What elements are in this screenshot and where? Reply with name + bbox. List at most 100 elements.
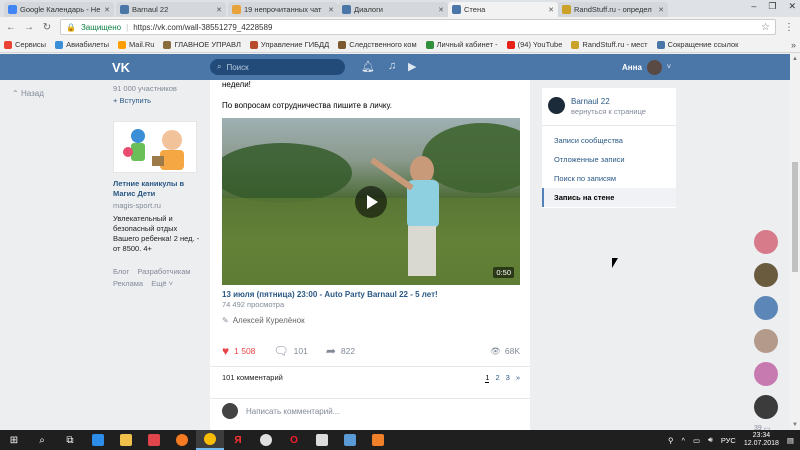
menu-icon[interactable]: ⋮ [784,22,794,33]
bookmark[interactable]: (94) YouTube [506,40,562,49]
chevron-up-icon[interactable]: ^ [681,436,685,445]
vk-icon [120,5,129,14]
group-link[interactable]: Barnaul 22 вернуться к странице [542,88,676,117]
task-view-icon[interactable]: ⧉ [56,430,84,450]
vk-logo[interactable]: VK [112,60,130,75]
maximize-icon[interactable]: ❐ [768,1,776,12]
browser-tab[interactable]: Диалоги ✕ [338,2,448,17]
wall-navigation: Barnaul 22 вернуться к странице Записи с… [542,88,676,208]
search-input[interactable]: ⌕ Поиск [210,59,345,75]
clock[interactable]: 23:34 12.07.2018 [744,432,779,448]
page-link[interactable]: 2 [495,373,499,383]
browser-tab[interactable]: Google Календарь - Не ✕ [4,2,114,17]
chat-avatar[interactable] [754,362,778,386]
play-button[interactable] [355,186,387,218]
bookmark[interactable]: Следственного ком [338,40,417,49]
bookmark[interactable]: Авиабилеты [55,40,109,49]
video-title[interactable]: 13 июля (пятница) 23:00 - Auto Party Bar… [222,290,438,299]
page-link[interactable]: 1 [485,373,490,383]
video-icon[interactable]: ▶ [408,60,416,73]
bookmark[interactable]: RandStuff.ru - мест [571,40,648,49]
bookmark[interactable]: ГЛАВНОЕ УПРАВЛ [163,40,241,49]
chat-avatar[interactable] [754,329,778,353]
browser-tab[interactable]: Barnaul 22 ✕ [116,2,226,17]
windows-start-icon[interactable]: ⊞ [0,430,28,450]
bookmark[interactable]: Mail.Ru [118,40,154,49]
nav-search-posts[interactable]: Поиск по записям [542,169,676,188]
footer-link-ads[interactable]: Реклама [113,279,143,288]
comment-input[interactable]: Написать комментарий... [246,407,339,416]
photos-icon[interactable] [336,430,364,450]
reload-icon[interactable]: ↻ [42,22,52,33]
chat-avatar[interactable] [754,296,778,320]
firefox-icon[interactable] [168,430,196,450]
opera-icon[interactable]: O [280,430,308,450]
security-label: Защищено [80,22,122,32]
back-link[interactable]: ⌃ Назад [12,89,44,98]
forward-arrow-icon[interactable]: → [24,22,34,33]
share-button[interactable]: ➦ 822 [326,344,355,358]
scrollbar-thumb[interactable] [792,162,798,272]
user-menu[interactable]: Анна ˅ [622,60,671,75]
bookmark[interactable]: Личный кабинет - [425,40,498,49]
post-author[interactable]: ✎ Алексей Курелёнок [222,316,305,325]
browser-tab-active[interactable]: Стена ✕ [448,2,558,17]
close-icon[interactable]: ✕ [438,6,444,14]
mail-icon[interactable] [308,430,336,450]
music-icon[interactable]: ♫ [388,60,396,72]
network-icon[interactable]: ▭ [693,436,700,445]
close-icon[interactable]: ✕ [104,6,110,14]
bookmark-label: Сервисы [15,40,47,49]
language-indicator[interactable]: РУС [721,436,736,445]
chat-avatar[interactable] [754,230,778,254]
join-button[interactable]: + Вступить [113,96,203,105]
browser-tab[interactable]: 19 непрочитанных чат ✕ [228,2,338,17]
chat-avatar[interactable] [754,263,778,287]
scroll-down-icon[interactable]: ▼ [790,422,800,428]
url-input[interactable]: 🔒 Защищено | https://vk.com/wall-3855127… [60,19,776,35]
file-explorer-icon[interactable] [112,430,140,450]
minimize-icon[interactable]: – [751,1,756,12]
close-window-icon[interactable]: ✕ [788,1,796,12]
close-icon[interactable]: ✕ [216,6,222,14]
app-icon[interactable] [364,430,392,450]
video-player[interactable]: 0:50 [222,118,520,285]
more-bookmarks-icon[interactable]: » [791,40,796,50]
yandex-browser-icon[interactable] [252,430,280,450]
back-arrow-icon[interactable]: ← [6,22,16,33]
bell-icon[interactable]: 🔔︎ [361,60,375,73]
yandex-icon[interactable]: Я [224,430,252,450]
next-page-link[interactable]: » [516,373,520,383]
close-icon[interactable]: ✕ [548,6,554,14]
bookmark[interactable]: Сокращение ссылок [656,40,738,49]
footer-link-developers[interactable]: Разработчикам [137,267,190,276]
footer-link-blog[interactable]: Блог [113,267,129,276]
chat-avatar[interactable] [754,395,778,419]
store-icon[interactable] [140,430,168,450]
like-button[interactable]: ♥ 1 508 [222,344,255,358]
comment-button[interactable]: 🗨︎ 101 [273,344,307,358]
close-icon[interactable]: ✕ [658,6,664,14]
search-icon[interactable]: ⌕ [28,430,56,450]
browser-tab[interactable]: RandStuff.ru - определ ✕ [558,2,668,17]
person-icon[interactable]: ⚲ [668,436,674,445]
scroll-up-icon[interactable]: ▲ [790,56,800,62]
ad-image[interactable] [113,121,197,173]
comment-box[interactable]: Написать комментарий... [222,403,339,419]
star-icon[interactable]: ☆ [761,22,770,33]
nav-scheduled-posts[interactable]: Отложенные записи [542,150,676,169]
volume-icon[interactable]: 🔊︎ [708,435,713,445]
bookmark-label: Mail.Ru [129,40,155,49]
bookmark[interactable]: Управление ГИБДД [249,40,329,49]
chrome-icon[interactable] [196,430,224,450]
nav-wall-post[interactable]: Запись на стене [542,188,676,207]
edge-icon[interactable] [84,430,112,450]
page-scrollbar[interactable]: ▲ ▼ [790,54,800,430]
page-link[interactable]: 3 [506,373,510,383]
close-icon[interactable]: ✕ [328,6,334,14]
notifications-icon[interactable]: ▤ [787,436,794,445]
ad-title[interactable]: Летние каникулы в Магис Дети [113,179,203,199]
nav-community-posts[interactable]: Записи сообщества [542,131,676,150]
bookmark[interactable]: Сервисы [4,40,46,49]
footer-link-more[interactable]: Ещё ˅ [151,279,173,288]
